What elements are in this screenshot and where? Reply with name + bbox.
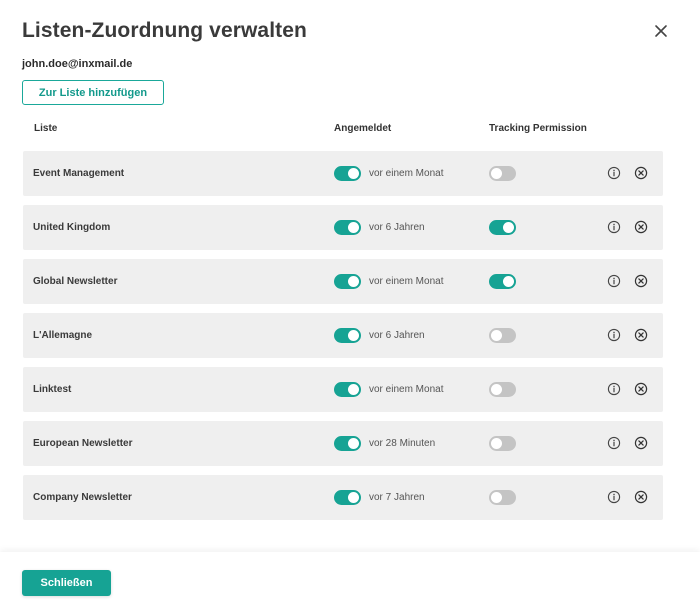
toggle-knob	[348, 168, 359, 179]
toggle-knob	[348, 384, 359, 395]
table-row: European Newsletter vor 28 Minuten	[23, 421, 663, 466]
remove-icon[interactable]	[634, 382, 648, 396]
remove-icon[interactable]	[634, 274, 648, 288]
remove-icon[interactable]	[634, 436, 648, 450]
contact-email: john.doe@inxmail.de	[22, 58, 133, 70]
subscribed-toggle[interactable]	[334, 382, 361, 397]
column-header-liste: Liste	[34, 123, 58, 134]
table-row: L'Allemagne vor 6 Jahren	[23, 313, 663, 358]
subscribed-toggle[interactable]	[334, 274, 361, 289]
toggle-knob	[503, 222, 514, 233]
toggle-knob	[348, 330, 359, 341]
remove-icon[interactable]	[634, 166, 648, 180]
tracking-permission-toggle[interactable]	[489, 436, 516, 451]
toggle-knob	[491, 168, 502, 179]
info-icon[interactable]	[607, 382, 621, 396]
remove-icon[interactable]	[634, 328, 648, 342]
subscribed-toggle[interactable]	[334, 436, 361, 451]
table-row: Event Management vor einem Monat	[23, 151, 663, 196]
dialog-title: Listen-Zuordnung verwalten	[22, 19, 307, 42]
list-name: United Kingdom	[33, 222, 111, 233]
toggle-knob	[491, 438, 502, 449]
toggle-knob	[348, 438, 359, 449]
list-name: L'Allemagne	[33, 330, 93, 341]
toggle-knob	[348, 492, 359, 503]
info-icon[interactable]	[607, 328, 621, 342]
subscribed-since: vor einem Monat	[369, 276, 444, 287]
list-name: Company Newsletter	[33, 492, 132, 503]
tracking-permission-toggle[interactable]	[489, 328, 516, 343]
toggle-knob	[491, 384, 502, 395]
list-name: European Newsletter	[33, 438, 133, 449]
table-row: United Kingdom vor 6 Jahren	[23, 205, 663, 250]
tracking-permission-toggle[interactable]	[489, 490, 516, 505]
subscribed-toggle[interactable]	[334, 328, 361, 343]
table-row: Company Newsletter vor 7 Jahren	[23, 475, 663, 520]
add-to-list-button[interactable]: Zur Liste hinzufügen	[22, 80, 164, 105]
info-icon[interactable]	[607, 220, 621, 234]
tracking-permission-toggle[interactable]	[489, 382, 516, 397]
subscribed-since: vor 6 Jahren	[369, 222, 425, 233]
info-icon[interactable]	[607, 436, 621, 450]
remove-icon[interactable]	[634, 220, 648, 234]
column-header-angemeldet: Angemeldet	[334, 123, 392, 134]
info-icon[interactable]	[607, 274, 621, 288]
subscribed-toggle[interactable]	[334, 220, 361, 235]
toggle-knob	[503, 276, 514, 287]
toggle-knob	[348, 276, 359, 287]
toggle-knob	[491, 492, 502, 503]
column-header-tracking: Tracking Permission	[489, 123, 587, 134]
list-table: Event Management vor einem Monat United Ki…	[23, 151, 663, 529]
list-assignment-dialog: Listen-Zuordnung verwalten john.doe@inxm…	[0, 0, 700, 614]
toggle-knob	[348, 222, 359, 233]
subscribed-since: vor 7 Jahren	[369, 492, 425, 503]
tracking-permission-toggle[interactable]	[489, 220, 516, 235]
table-row: Global Newsletter vor einem Monat	[23, 259, 663, 304]
subscribed-since: vor einem Monat	[369, 384, 444, 395]
list-name: Linktest	[33, 384, 72, 395]
subscribed-toggle[interactable]	[334, 166, 361, 181]
subscribed-since: vor 6 Jahren	[369, 330, 425, 341]
dialog-footer: Schließen	[0, 552, 700, 614]
close-button[interactable]: Schließen	[22, 570, 111, 596]
info-icon[interactable]	[607, 490, 621, 504]
tracking-permission-toggle[interactable]	[489, 166, 516, 181]
remove-icon[interactable]	[634, 490, 648, 504]
list-name: Event Management	[33, 168, 125, 179]
info-icon[interactable]	[607, 166, 621, 180]
subscribed-toggle[interactable]	[334, 490, 361, 505]
toggle-knob	[491, 330, 502, 341]
table-row: Linktest vor einem Monat	[23, 367, 663, 412]
subscribed-since: vor einem Monat	[369, 168, 444, 179]
list-name: Global Newsletter	[33, 276, 118, 287]
close-icon[interactable]	[652, 22, 670, 40]
tracking-permission-toggle[interactable]	[489, 274, 516, 289]
subscribed-since: vor 28 Minuten	[369, 438, 436, 449]
